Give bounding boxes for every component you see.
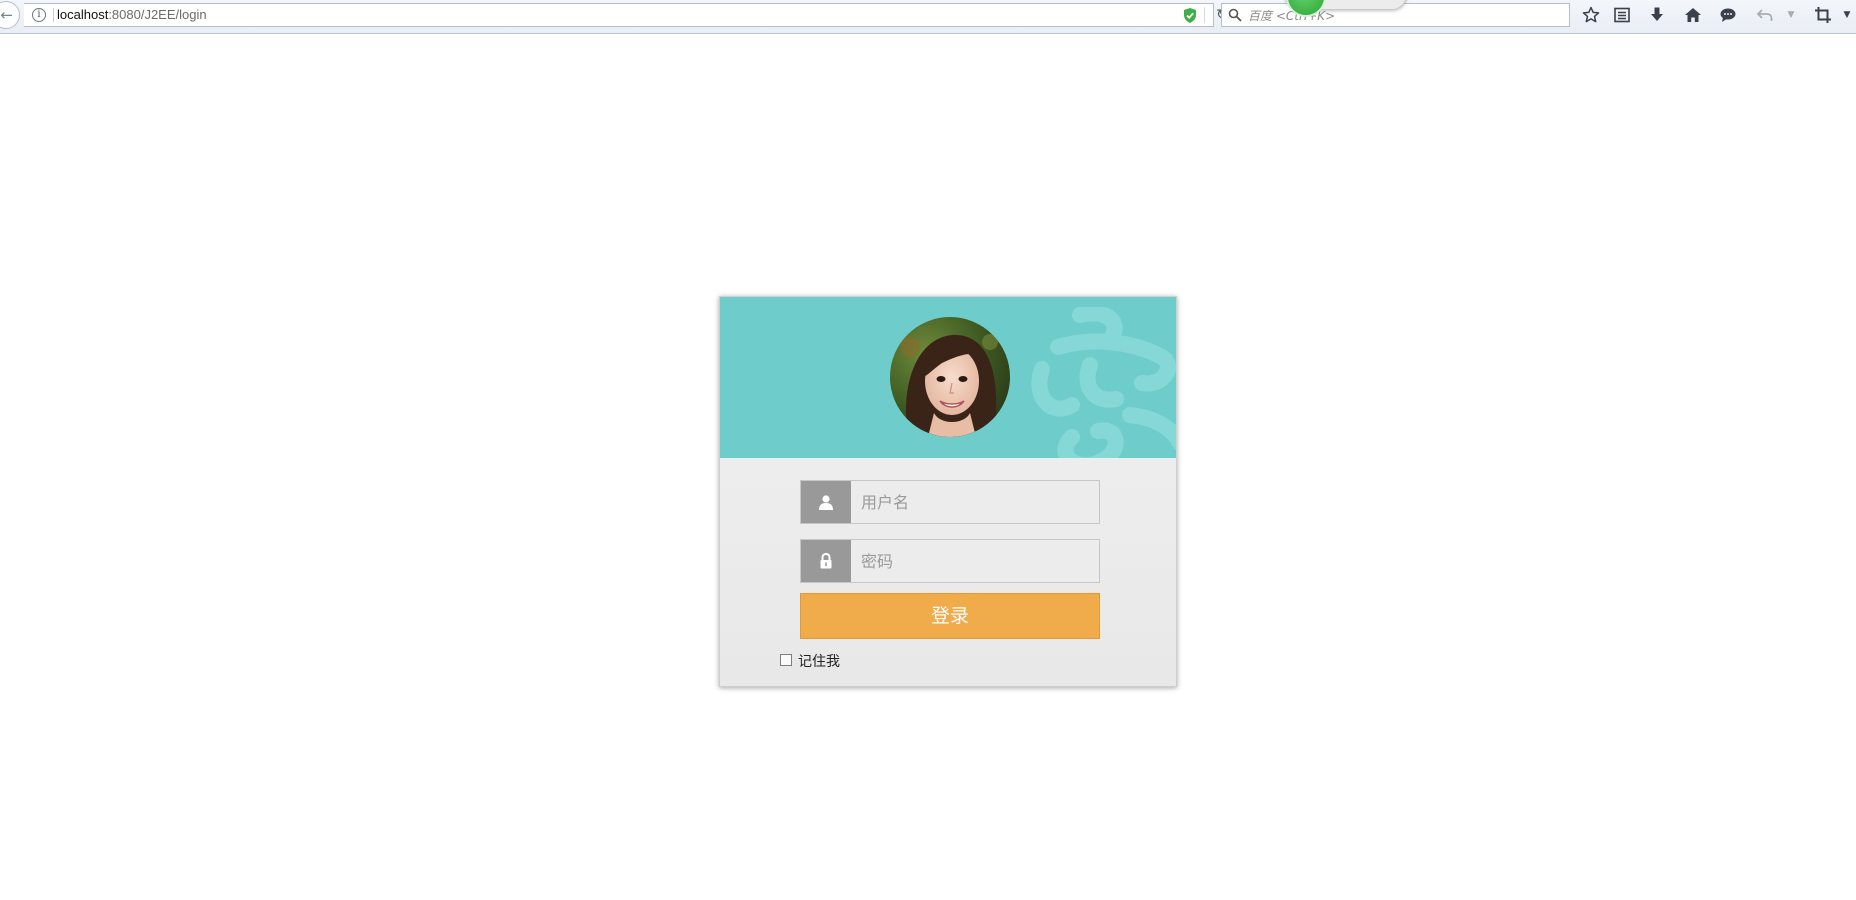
reading-list-icon [1614,7,1630,23]
arrow-left-icon: ← [0,6,13,24]
avatar [890,317,1010,437]
screenshot-button[interactable] [1812,4,1834,26]
undo-icon [1756,9,1773,21]
address-bar[interactable]: i localhost:8080/J2EE/login ↻ [24,3,1228,27]
chevron-down-icon: ▼ [1787,10,1795,20]
avatar-photo [890,317,1010,437]
remember-me-checkbox[interactable] [780,654,792,666]
username-icon-box [801,481,851,523]
url-host: localhost [57,7,109,22]
chevron-down-icon: ▼ [1843,10,1851,20]
login-card: 登录 记住我 [719,296,1177,687]
download-button[interactable] [1646,4,1668,26]
username-field [800,480,1100,524]
floating-widget[interactable]: ... [1285,0,1407,17]
url-path: :8080/J2EE/login [108,7,207,22]
home-icon [1685,8,1701,22]
undo-dropdown[interactable]: ▼ [1780,4,1802,26]
search-icon [1228,8,1242,22]
watermark-decoration [1031,307,1176,458]
download-icon [1651,7,1663,21]
undo-button[interactable] [1754,4,1776,26]
info-icon[interactable]: i [32,8,46,22]
url-divider-2 [1204,7,1205,23]
login-button[interactable]: 登录 [800,593,1100,639]
url-text[interactable]: localhost:8080/J2EE/login [57,4,207,26]
password-field [800,539,1100,583]
shield-check-icon[interactable] [1183,8,1197,23]
browser-toolbar: ← i localhost:8080/J2EE/login ↻ 百度 <Ctrl… [0,0,1856,34]
lock-icon [820,553,832,569]
chat-button[interactable] [1717,4,1739,26]
password-input[interactable] [851,540,1099,582]
remember-me-label[interactable]: 记住我 [798,651,840,671]
username-input[interactable] [851,481,1099,523]
back-button[interactable]: ← [0,1,20,29]
bookmark-button[interactable] [1580,4,1602,26]
crop-icon [1815,7,1831,23]
chat-icon [1720,8,1736,22]
url-divider [53,8,54,22]
home-button[interactable] [1682,4,1704,26]
screenshot-dropdown[interactable]: ▼ [1836,4,1856,26]
star-icon [1582,6,1600,23]
reading-list-button[interactable] [1611,4,1633,26]
user-icon [819,495,833,510]
floating-widget-text: ... [1340,0,1349,2]
password-icon-box [801,540,851,582]
login-header [720,297,1176,458]
